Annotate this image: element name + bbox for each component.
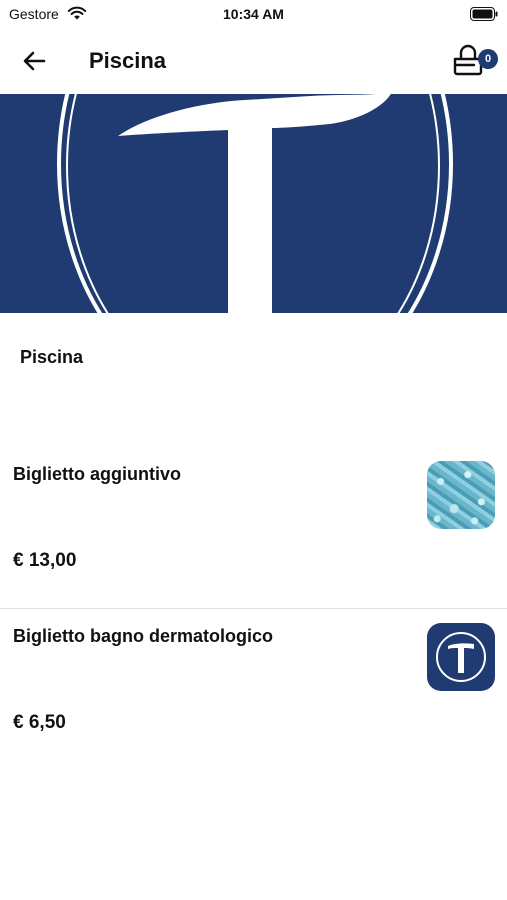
cart-button[interactable]: 0 xyxy=(452,42,502,82)
arrow-left-icon xyxy=(23,51,46,71)
t-logo-icon xyxy=(436,632,486,682)
page-title: Piscina xyxy=(89,48,167,73)
divider xyxy=(0,608,507,609)
section-title: Piscina xyxy=(20,347,84,367)
navigation-bar: Piscina 0 xyxy=(0,28,507,92)
pool-water-thumbnail xyxy=(427,461,495,529)
status-bar: Gestore 10:34 AM xyxy=(0,0,507,28)
product-price: € 13,00 xyxy=(13,550,77,571)
hero-banner xyxy=(0,94,507,313)
product-item[interactable]: Biglietto aggiuntivo € 13,00 xyxy=(0,448,507,608)
cart-count-badge: 0 xyxy=(478,49,498,69)
product-name: Biglietto aggiuntivo xyxy=(13,464,181,484)
t-logo-icon xyxy=(57,94,453,313)
battery-icon xyxy=(470,7,498,24)
back-button[interactable] xyxy=(18,44,52,78)
clock: 10:34 AM xyxy=(223,6,284,22)
product-name: Biglietto bagno dermatologico xyxy=(13,626,273,646)
product-price: € 6,50 xyxy=(13,712,66,733)
product-item[interactable]: Biglietto bagno dermatologico € 6,50 xyxy=(0,610,507,770)
t-logo-thumbnail xyxy=(427,623,495,691)
